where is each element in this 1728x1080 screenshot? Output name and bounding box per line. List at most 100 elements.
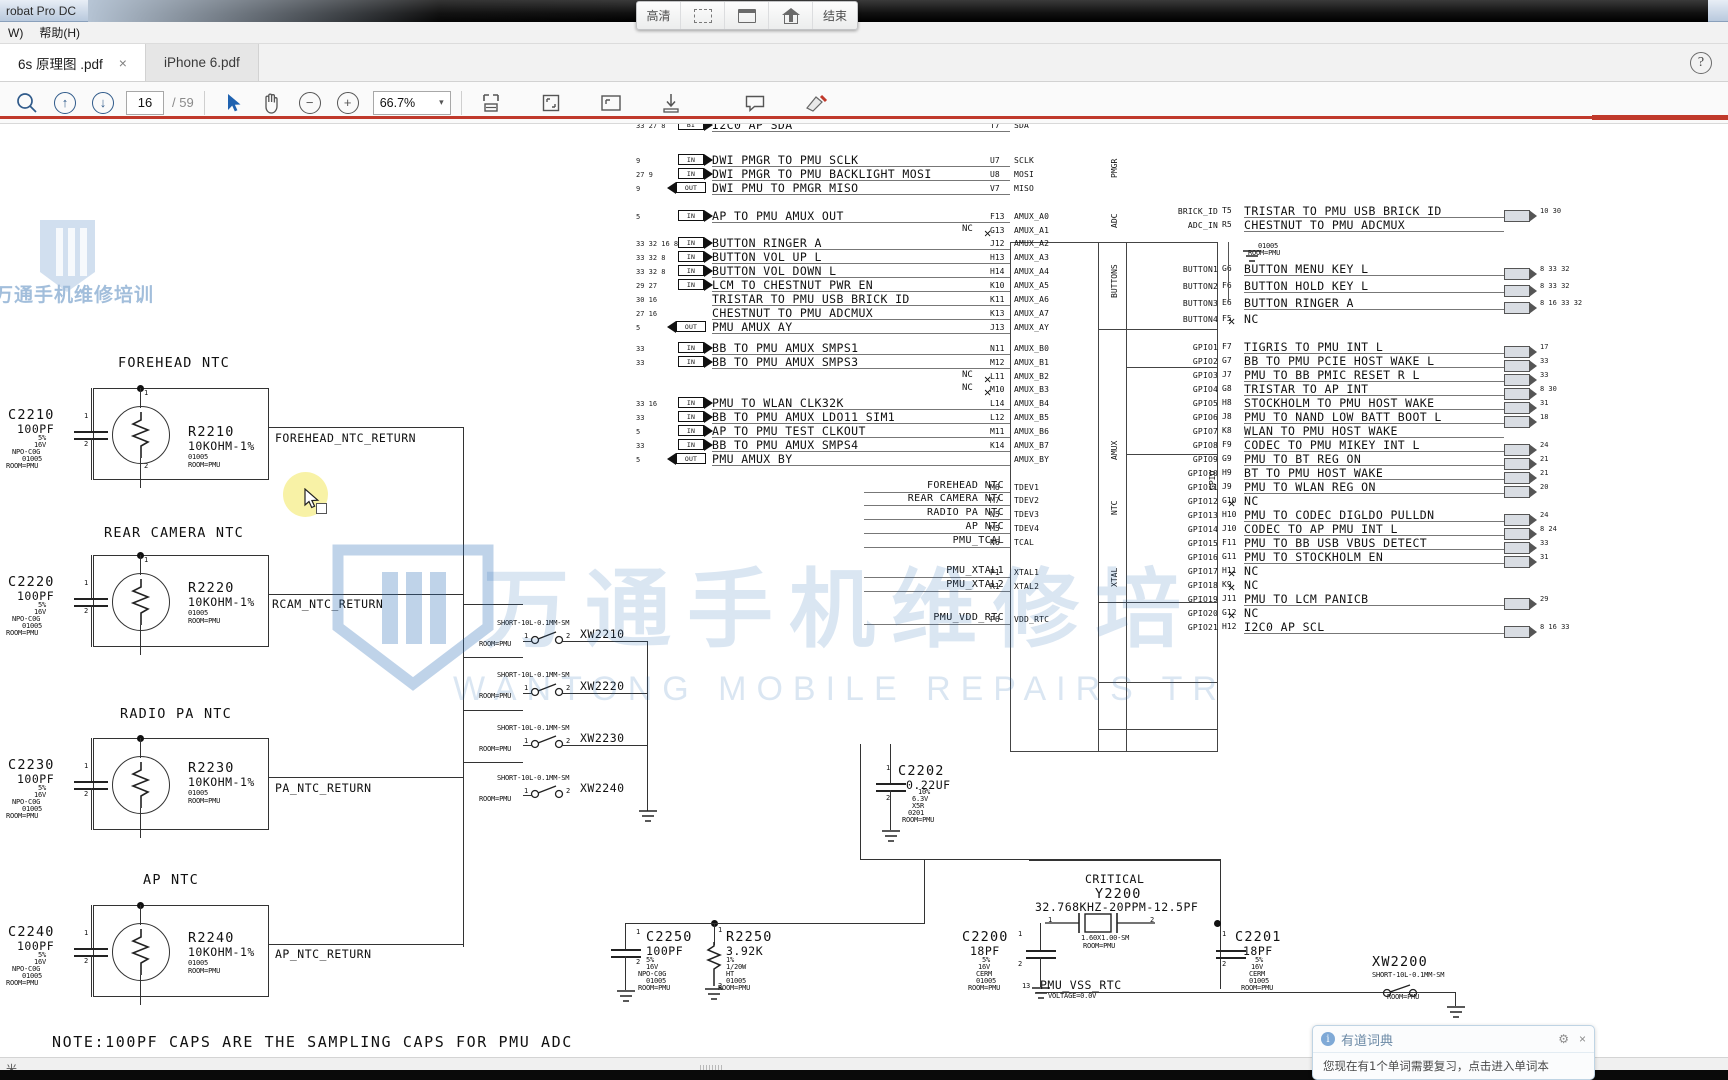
- signal-name: PMU_TO_BB_USB_VBUS_DETECT: [1244, 536, 1428, 550]
- capture-end-button[interactable]: 结束: [813, 2, 857, 29]
- wire: [890, 744, 891, 783]
- menu-bar: W) 帮助(H): [0, 22, 1728, 44]
- close-icon[interactable]: ×: [1579, 1032, 1586, 1046]
- zoom-level-dropdown[interactable]: 66.7% ▾: [372, 90, 451, 115]
- cap-plate: [876, 790, 906, 792]
- wrench-icon[interactable]: ⚙: [1558, 1032, 1569, 1046]
- screen-capture-toolbar[interactable]: 高清 结束: [636, 1, 858, 30]
- ic-pin-name: AMUX_AY: [1014, 323, 1050, 332]
- signal-wire: [864, 519, 1010, 520]
- ic-group-label: BUTTONS: [1110, 264, 1119, 298]
- tab-iphone6[interactable]: iPhone 6.pdf: [145, 44, 259, 81]
- wire: [268, 427, 464, 428]
- no-connect-cross-icon: ✕: [1228, 608, 1236, 622]
- ic-pin-number: J12: [990, 239, 1005, 248]
- signal-name: PMU_TO_CODEC_DIGLDO_PULLDN: [1244, 508, 1435, 522]
- signal-wire: [864, 547, 1010, 548]
- no-connect-label: NC: [1244, 578, 1259, 592]
- pin-num: 1: [636, 928, 641, 936]
- ic-right-pin-name: GPIO19: [1187, 595, 1218, 604]
- signal-name: PMU_TO_BB_PMIC_RESET_R_L: [1244, 368, 1420, 382]
- close-icon[interactable]: ×: [119, 56, 127, 70]
- cap-value: 100PF: [17, 422, 55, 436]
- wire: [890, 790, 891, 830]
- port-direction-tag: IN: [678, 425, 704, 436]
- ic-internal-net-name: PMU_XTAL2: [946, 579, 1004, 590]
- sheet-ref-numbers: 33: [1540, 357, 1549, 365]
- wire: [562, 641, 648, 642]
- signal-sheet-refs: 33: [636, 359, 645, 367]
- wire: [562, 745, 648, 746]
- signal-name: BUTTON_VOL_DOWN_L: [712, 264, 837, 278]
- help-icon[interactable]: ?: [1690, 52, 1712, 74]
- ic-right-pin-name: BUTTON3: [1182, 299, 1218, 308]
- jumper-ref: XW2220: [580, 679, 625, 693]
- cap-ref-c2250: C2250: [646, 929, 693, 945]
- ic-pin-name: TDEV2: [1014, 496, 1040, 505]
- no-connect-label: NC: [1244, 494, 1259, 508]
- res-room: ROOM=PMU: [188, 797, 221, 805]
- ic-group-label: XTAL: [1110, 567, 1119, 587]
- menu-item-help[interactable]: 帮助(H): [31, 24, 88, 41]
- cap-ref: C2240: [8, 924, 55, 940]
- sheet-ref-numbers: 33: [1540, 371, 1549, 379]
- signal-name: DWI_PMU_TO_PMGR_MISO: [712, 181, 859, 195]
- cap-ref: C2220: [8, 574, 55, 590]
- jumper-ref-xw2200: XW2200: [1372, 954, 1428, 970]
- sheet-ref-numbers: 8 33 32: [1540, 265, 1570, 273]
- signal-name: CHESTNUT_TO_PMU_ADCMUX: [712, 306, 874, 320]
- res-room: ROOM=PMU: [188, 617, 221, 625]
- pin-num: 1: [84, 412, 89, 420]
- pin-num: 1: [524, 737, 529, 745]
- signal-wire: [1244, 292, 1504, 293]
- signal-name: CODEC_TO_PMU_MIKEY_INT_L: [1244, 438, 1420, 452]
- res-ref: R2230: [188, 760, 235, 776]
- ic-pin-number: T7: [990, 124, 1000, 130]
- sheet-ref-numbers: 8 24: [1540, 525, 1557, 533]
- capture-region-button[interactable]: [681, 2, 725, 29]
- ic-internal-net-name: AP NTC: [965, 521, 1004, 532]
- schematic-note: NOTE:100PF CAPS ARE THE SAMPLING CAPS FO…: [52, 1033, 573, 1051]
- jumper-room: ROOM=PMU: [479, 745, 512, 753]
- youdao-message[interactable]: 您现在有1个单词需要复习，点击进入单词本: [1313, 1053, 1594, 1079]
- pdf-page-canvas[interactable]: 万通手机维修培训 万通手机维修培 WANTONG MOBILE REPAIRS …: [0, 124, 1728, 1057]
- no-connect-label: NC: [1244, 606, 1259, 620]
- ntc-title-forehead: FOREHEAD NTC: [118, 355, 230, 371]
- window-title: robat Pro DC: [6, 3, 77, 18]
- tab-6s-schematic[interactable]: 6s 原理图 .pdf ×: [0, 44, 146, 81]
- capture-window-button[interactable]: [725, 2, 769, 29]
- select-arrow-icon: [227, 93, 241, 111]
- ic-pin-number: L12: [990, 413, 1005, 422]
- port-direction-tag: OUT: [676, 321, 706, 332]
- ic-pin-number: M11: [990, 427, 1005, 436]
- res-pkg: 01005: [188, 453, 209, 461]
- capture-hd-button[interactable]: 高清: [637, 2, 681, 29]
- jumper-symbol: [530, 735, 564, 749]
- jumper-room: ROOM=PMU: [479, 795, 512, 803]
- signal-sheet-refs: 33 32 8: [636, 254, 666, 262]
- ic-right-pin-number: H10: [1222, 510, 1237, 519]
- page-number-input[interactable]: 16: [126, 90, 164, 115]
- capture-home-button[interactable]: [769, 2, 813, 29]
- ic-right-pin-number: J8: [1222, 412, 1232, 421]
- res-value: 10KOHM-1%: [188, 775, 255, 789]
- crystal-critical-label: CRITICAL: [1085, 872, 1145, 886]
- ic-pin-number: K13: [990, 309, 1005, 318]
- window-icon: [737, 8, 756, 23]
- cap-room: ROOM=PMU: [6, 462, 39, 470]
- minus-icon: −: [298, 91, 321, 114]
- resistor-symbol-r2250: [706, 942, 722, 986]
- info-icon: i: [1321, 1032, 1335, 1046]
- sheet-ref-numbers: 21: [1540, 469, 1549, 477]
- signal-name: BUTTON_HOLD_KEY_L: [1244, 279, 1369, 293]
- youdao-dictionary-popup[interactable]: i 有道词典 ⚙ × 您现在有1个单词需要复习，点击进入单词本: [1312, 1025, 1595, 1080]
- hand-icon: [265, 93, 278, 114]
- no-connect-cross-icon: ✕: [1228, 580, 1236, 594]
- signal-wire: [1244, 493, 1504, 494]
- signal-name: TRISTAR_TO_AP_INT: [1244, 382, 1369, 396]
- cap-room: ROOM=PMU: [6, 812, 39, 820]
- ic-right-pin-number: G8: [1222, 384, 1232, 393]
- menu-item-window[interactable]: W): [0, 26, 31, 40]
- ic-right-pin-name: GPIO16: [1187, 553, 1218, 562]
- ntc-title-ap: AP NTC: [143, 872, 199, 888]
